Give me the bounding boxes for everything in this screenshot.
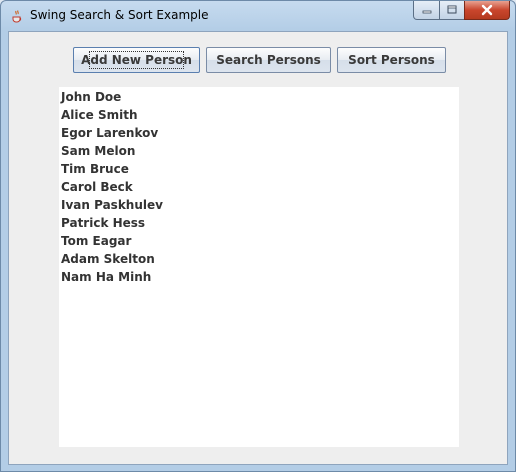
caption-buttons [413, 1, 510, 20]
add-new-person-button[interactable]: Add New Person [73, 47, 200, 73]
list-item[interactable]: Tom Eagar [59, 232, 459, 250]
list-item[interactable]: Alice Smith [59, 106, 459, 124]
list-item[interactable]: Nam Ha Minh [59, 268, 459, 286]
application-window: Swing Search & Sort Example Add New Pers… [0, 0, 516, 472]
close-icon [481, 4, 493, 16]
focus-ring [89, 51, 184, 69]
list-item[interactable]: Egor Larenkov [59, 124, 459, 142]
maximize-button[interactable] [439, 1, 465, 20]
list-item[interactable]: Tim Bruce [59, 160, 459, 178]
minimize-icon [422, 10, 431, 14]
list-item[interactable]: Sam Melon [59, 142, 459, 160]
list-item[interactable]: Adam Skelton [59, 250, 459, 268]
window-title: Swing Search & Sort Example [30, 8, 209, 22]
close-button[interactable] [464, 1, 510, 20]
search-persons-button[interactable]: Search Persons [206, 47, 331, 73]
list-item[interactable]: Patrick Hess [59, 214, 459, 232]
list-item[interactable]: John Doe [59, 88, 459, 106]
content-pane: Add New Person Search Persons Sort Perso… [8, 31, 508, 465]
java-coffee-icon[interactable] [10, 8, 24, 23]
maximize-icon [447, 5, 457, 14]
person-list[interactable]: John Doe Alice Smith Egor Larenkov Sam M… [59, 87, 459, 447]
sort-persons-button[interactable]: Sort Persons [337, 47, 446, 73]
minimize-button[interactable] [413, 1, 440, 20]
list-item[interactable]: Carol Beck [59, 178, 459, 196]
list-item[interactable]: Ivan Paskhulev [59, 196, 459, 214]
title-bar[interactable]: Swing Search & Sort Example [1, 1, 515, 31]
